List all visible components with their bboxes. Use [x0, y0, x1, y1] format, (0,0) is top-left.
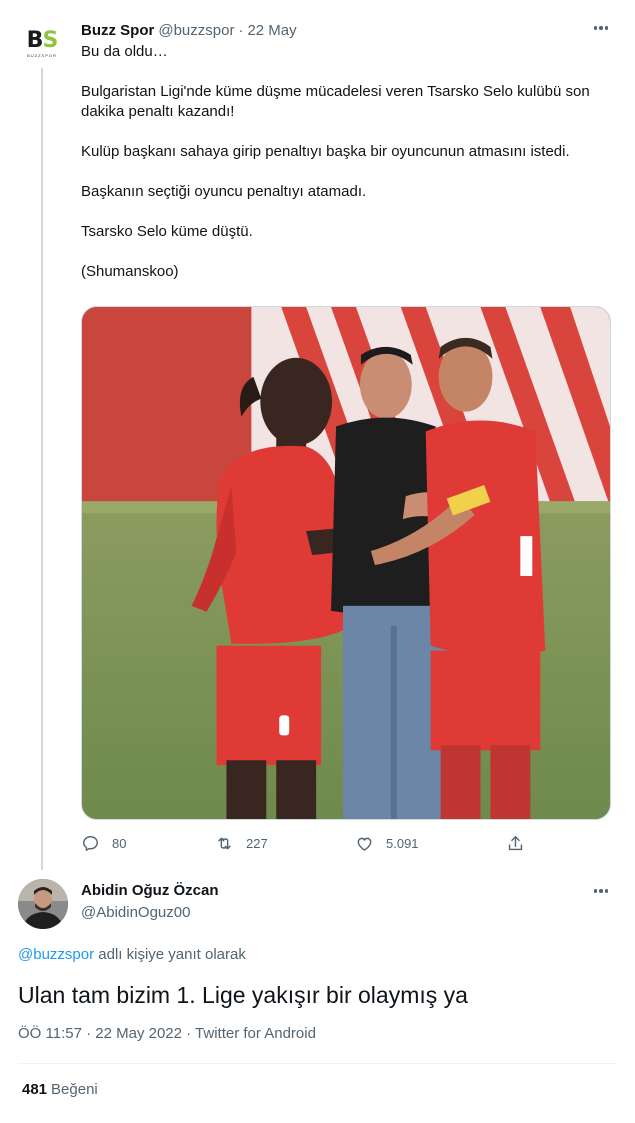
reply-more-options-icon[interactable]	[590, 883, 612, 899]
user-photo-icon	[18, 879, 68, 929]
replying-to-label: adlı kişiye yanıt olarak	[98, 946, 246, 963]
tweet-text: Bu da oldu… Bulgaristan Ligi'nde küme dü…	[81, 42, 616, 302]
author-name[interactable]: Buzz Spor	[81, 22, 154, 39]
thread-connector-line	[41, 68, 43, 870]
retweet-button[interactable]: 227	[215, 832, 268, 854]
retweet-count: 227	[246, 835, 268, 851]
reply-count: 80	[112, 835, 127, 851]
reply-text: Ulan tam bizim 1. Lige yakışır bir olaym…	[18, 982, 468, 1008]
author-handle[interactable]: @buzzspor	[158, 22, 234, 39]
tweet-actions: 80 227 5.091	[81, 832, 531, 854]
like-count: 5.091	[386, 835, 419, 851]
header-separator: ·	[238, 21, 244, 39]
reply-timestamp[interactable]: ÖÖ 11:57 · 22 May 2022 · Twitter for And…	[18, 1025, 316, 1042]
reply-button[interactable]: 80	[81, 832, 126, 854]
likes-label: Beğeni	[51, 1081, 98, 1098]
tweet-paragraph: (Shumanskoo)	[81, 263, 179, 280]
buzz-spor-logo-icon: BS	[26, 28, 59, 53]
reply-author-handle[interactable]: @AbidinOguz00	[81, 904, 190, 921]
tweet-paragraph: Bu da oldu…	[81, 43, 168, 60]
reply-icon	[83, 835, 98, 851]
tweet-paragraph: Başkanın seçtiği oyuncu penaltıyı atamad…	[81, 183, 367, 200]
share-icon	[508, 835, 523, 850]
reply-author-avatar[interactable]	[18, 879, 68, 929]
tweet-date[interactable]: 22 May	[247, 22, 296, 39]
original-tweet[interactable]: BS BUZZSPOR Buzz Spor @buzzspor · 22 May…	[0, 0, 635, 870]
likes-count: 481	[22, 1081, 48, 1098]
share-button[interactable]	[506, 832, 537, 854]
tweet-paragraph: Kulüp başkanı sahaya girip penaltıyı baş…	[81, 143, 570, 160]
buzz-spor-logo-subtext: BUZZSPOR	[27, 53, 57, 58]
tweet-header: Buzz Spor @buzzspor · 22 May	[81, 20, 297, 40]
divider	[18, 1063, 617, 1064]
buzz-spor-avatar[interactable]: BS BUZZSPOR	[18, 20, 66, 68]
tweet-photo[interactable]	[81, 306, 611, 820]
replying-to-mention[interactable]: @buzzspor	[18, 946, 94, 963]
more-options-icon[interactable]	[590, 20, 612, 36]
football-players-photo	[82, 307, 610, 819]
replying-to-line: @buzzspor adlı kişiye yanıt olarak	[18, 946, 246, 963]
like-button[interactable]: 5.091	[355, 832, 419, 854]
tweet-paragraph: Bulgaristan Ligi'nde küme düşme mücadele…	[81, 83, 590, 120]
tweet-paragraph: Tsarsko Selo küme düştü.	[81, 223, 253, 240]
reply-author-name[interactable]: Abidin Oğuz Özcan	[81, 882, 219, 899]
heart-icon	[357, 837, 372, 851]
retweet-icon	[218, 837, 231, 849]
likes-summary[interactable]: 481 Beğeni	[22, 1081, 98, 1098]
